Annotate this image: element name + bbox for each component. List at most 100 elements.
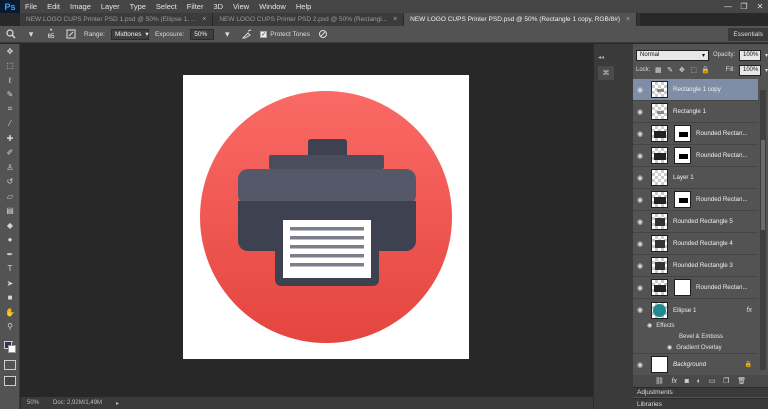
- lock-all-icon[interactable]: 🔒: [701, 66, 710, 74]
- visibility-eye-icon[interactable]: ◉: [647, 322, 652, 329]
- visibility-eye-icon[interactable]: ◉: [633, 108, 647, 116]
- visibility-eye-icon[interactable]: ◉: [633, 130, 647, 138]
- history-panel-icon[interactable]: ⌘: [598, 66, 614, 80]
- gradient-tool-icon[interactable]: ▤: [0, 204, 20, 219]
- protect-tones-checkbox[interactable]: ✓ Protect Tones: [260, 30, 310, 38]
- type-tool-icon[interactable]: T: [0, 262, 20, 277]
- background-color-swatch[interactable]: [8, 345, 16, 353]
- layer-row[interactable]: ◉ Rounded Rectan...: [633, 189, 758, 211]
- layer-row[interactable]: ◉ Ellipse 1 fx: [633, 299, 758, 321]
- shape-tool-icon[interactable]: ■: [0, 291, 20, 306]
- layer-row[interactable]: ◉ Rectangle 1 copy: [633, 79, 758, 101]
- quick-mask-icon[interactable]: [4, 360, 16, 370]
- pressure-size-icon[interactable]: [316, 28, 330, 40]
- eyedropper-tool-icon[interactable]: ⁄: [0, 117, 20, 132]
- lock-position-icon[interactable]: ✥: [678, 66, 686, 74]
- visibility-eye-icon[interactable]: ◉: [633, 240, 647, 248]
- history-brush-tool-icon[interactable]: ↺: [0, 175, 20, 190]
- tool-preset-dropdown-icon[interactable]: ▾: [24, 28, 38, 40]
- tab-close-icon[interactable]: ×: [393, 16, 397, 23]
- new-group-icon[interactable]: ▭: [709, 377, 716, 385]
- visibility-eye-icon[interactable]: ◉: [633, 174, 647, 182]
- menu-3d[interactable]: 3D: [208, 0, 228, 13]
- layer-row[interactable]: ◉ Rounded Rectan...: [633, 123, 758, 145]
- layer-row[interactable]: ◉ Rounded Rectangle 5: [633, 211, 758, 233]
- visibility-eye-icon[interactable]: ◉: [633, 196, 647, 204]
- layer-row[interactable]: ◉ Rounded Rectan...: [633, 277, 758, 299]
- workspace-switcher[interactable]: Essentials: [728, 28, 768, 41]
- range-select[interactable]: Midtones ▾: [110, 28, 149, 40]
- layer-row[interactable]: ◉ Rounded Rectan...: [633, 145, 758, 167]
- marquee-tool-icon[interactable]: ⬚: [0, 59, 20, 74]
- dodge-tool-icon[interactable]: ●: [0, 233, 20, 248]
- document-tab-2[interactable]: NEW LOGO CUPS Printer PSD 2.psd @ 50% (R…: [213, 13, 405, 26]
- menu-edit[interactable]: Edit: [42, 0, 65, 13]
- visibility-eye-icon[interactable]: ◉: [633, 306, 647, 314]
- lock-pixels-icon[interactable]: ✎: [666, 66, 674, 74]
- collapse-arrows-icon[interactable]: ◂◂: [598, 54, 604, 61]
- lock-artboard-icon[interactable]: ⬚: [690, 66, 698, 74]
- exposure-input[interactable]: 50%: [190, 28, 215, 40]
- adjustments-panel-tab[interactable]: Adjustments: [633, 387, 768, 397]
- layer-row[interactable]: ◉ Rectangle 1: [633, 101, 758, 123]
- crop-tool-icon[interactable]: ⌗: [0, 102, 20, 117]
- visibility-eye-icon[interactable]: ◉: [633, 361, 647, 369]
- visibility-eye-icon[interactable]: ◉: [633, 86, 647, 94]
- menu-type[interactable]: Type: [125, 0, 151, 13]
- brush-tool-icon[interactable]: ✐: [0, 146, 20, 161]
- menu-help[interactable]: Help: [291, 0, 316, 13]
- path-select-tool-icon[interactable]: ➤: [0, 276, 20, 291]
- visibility-eye-icon[interactable]: ◉: [633, 218, 647, 226]
- layers-scrollbar-thumb[interactable]: [761, 140, 765, 230]
- zoom-level[interactable]: 50%: [27, 400, 39, 406]
- close-icon[interactable]: ✕: [752, 0, 768, 13]
- visibility-eye-icon[interactable]: ◉: [633, 284, 647, 292]
- blur-tool-icon[interactable]: ◆: [0, 218, 20, 233]
- document-tab-3[interactable]: NEW LOGO CUPS Printer PSD.psd @ 50% (Rec…: [404, 13, 638, 26]
- visibility-eye-icon[interactable]: ◉: [667, 344, 672, 351]
- hand-tool-icon[interactable]: ✋: [0, 305, 20, 320]
- add-mask-icon[interactable]: ◙: [685, 378, 689, 385]
- layer-row[interactable]: ◉ Rounded Rectangle 3: [633, 255, 758, 277]
- effects-group-row[interactable]: ◉ Effects: [633, 320, 758, 331]
- effect-row[interactable]: ◉ Gradient Overlay: [633, 342, 758, 353]
- brush-panel-toggle-icon[interactable]: [64, 28, 78, 40]
- minimize-icon[interactable]: —: [720, 0, 736, 13]
- exposure-dropdown-icon[interactable]: ▾: [220, 28, 234, 40]
- menu-select[interactable]: Select: [151, 0, 182, 13]
- document-canvas[interactable]: [183, 75, 469, 359]
- menu-filter[interactable]: Filter: [182, 0, 209, 13]
- fill-input[interactable]: 100%: [739, 64, 761, 76]
- status-arrow-icon[interactable]: ▸: [116, 400, 119, 407]
- effect-row[interactable]: Bevel & Emboss: [633, 331, 758, 342]
- quick-select-tool-icon[interactable]: ✎: [0, 88, 20, 103]
- layer-row[interactable]: ◉ Layer 1: [633, 167, 758, 189]
- visibility-eye-icon[interactable]: ◉: [633, 152, 647, 160]
- layer-row[interactable]: ◉ Rounded Rectangle 4: [633, 233, 758, 255]
- clone-stamp-tool-icon[interactable]: ♙: [0, 160, 20, 175]
- lasso-tool-icon[interactable]: ℓ: [0, 73, 20, 88]
- move-tool-icon[interactable]: ✥: [0, 44, 20, 59]
- menu-file[interactable]: File: [20, 0, 42, 13]
- new-layer-icon[interactable]: ❐: [723, 377, 729, 385]
- eraser-tool-icon[interactable]: ▱: [0, 189, 20, 204]
- opacity-input[interactable]: 100%: [739, 49, 761, 61]
- blend-mode-select[interactable]: Normal ▾: [636, 49, 709, 61]
- maximize-icon[interactable]: ❐: [736, 0, 752, 13]
- screen-mode-icon[interactable]: [4, 376, 16, 386]
- airbrush-icon[interactable]: [240, 28, 254, 40]
- menu-image[interactable]: Image: [65, 0, 96, 13]
- menu-window[interactable]: Window: [254, 0, 291, 13]
- dodge-tool-icon[interactable]: [4, 28, 18, 40]
- link-layers-icon[interactable]: ⛓: [655, 377, 664, 385]
- libraries-panel-tab[interactable]: Libraries: [633, 398, 768, 409]
- tab-close-icon[interactable]: ×: [202, 16, 206, 23]
- lock-transparency-icon[interactable]: ▦: [654, 66, 662, 74]
- adjustment-layer-icon[interactable]: ◐: [697, 378, 701, 385]
- visibility-eye-icon[interactable]: ◉: [633, 262, 647, 270]
- document-size[interactable]: Doc: 2,92M/1,49M: [53, 400, 102, 406]
- tab-close-icon[interactable]: ×: [626, 16, 630, 23]
- background-layer-row[interactable]: ◉ Background 🔒: [633, 353, 758, 375]
- healing-tool-icon[interactable]: ✚: [0, 131, 20, 146]
- menu-view[interactable]: View: [228, 0, 254, 13]
